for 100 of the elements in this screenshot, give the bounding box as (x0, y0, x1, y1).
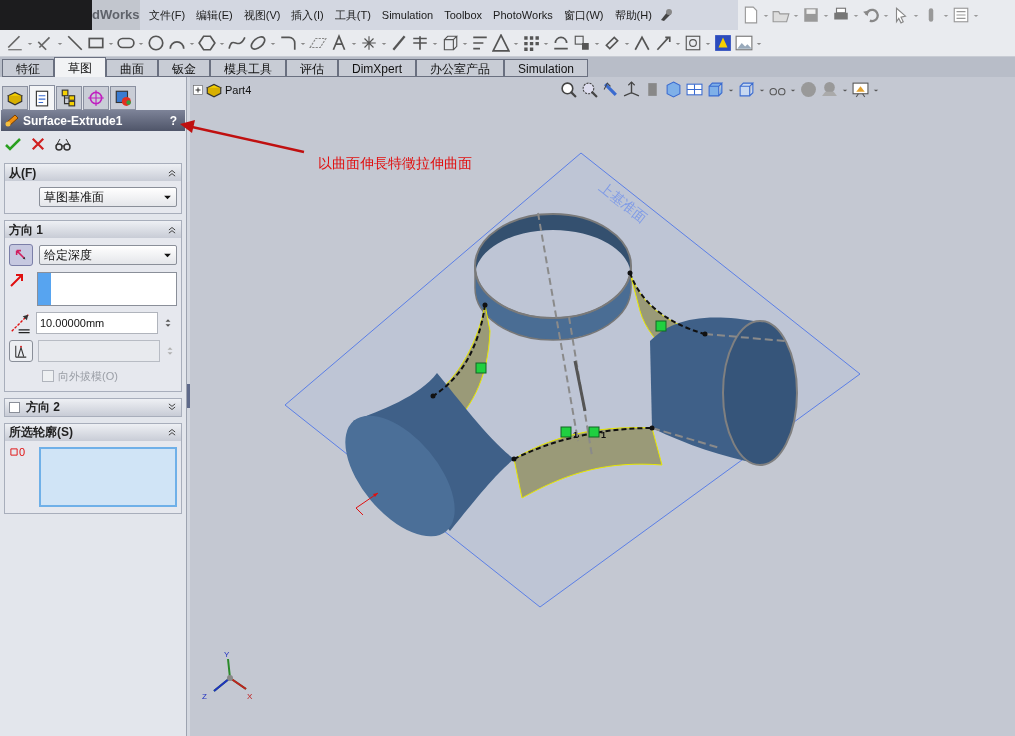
undo-icon[interactable] (862, 6, 880, 24)
circle-icon[interactable] (147, 34, 165, 52)
collapse-chevron-icon[interactable] (167, 167, 177, 178)
section-view-icon[interactable] (623, 81, 640, 98)
image-icon[interactable] (735, 34, 753, 52)
origin-icon (355, 492, 379, 516)
expand-toggle-icon[interactable] (193, 85, 203, 95)
tree-item[interactable]: Part4 (225, 81, 252, 99)
checkbox[interactable] (9, 401, 20, 413)
profile-selection-box[interactable] (39, 446, 177, 507)
polygon-icon[interactable] (198, 34, 216, 52)
tab[interactable]: Simulation (504, 59, 589, 77)
axis-label: Z (202, 692, 207, 701)
menu-item[interactable]: 编辑(E) (191, 6, 238, 24)
group-header[interactable]: 从(F) (5, 164, 181, 181)
menu-item[interactable]: 帮助(H) (609, 6, 657, 24)
options-icon[interactable] (952, 6, 970, 24)
warning-icon[interactable] (492, 34, 510, 52)
splitter-handle[interactable] (187, 384, 190, 408)
feature-title: Surface-Extrude1 (23, 112, 124, 130)
tab[interactable]: 钣金 (158, 59, 210, 77)
point-icon[interactable] (360, 34, 378, 52)
tab[interactable]: 办公室产品 (416, 59, 504, 77)
menu-item[interactable]: 文件(F) (144, 6, 191, 24)
diagonal-arrow-icon (14, 248, 28, 262)
collapse-chevron-icon[interactable] (167, 224, 177, 235)
panel-tab[interactable] (2, 86, 28, 110)
menu-item[interactable]: 窗口(W) (558, 6, 609, 24)
feature-tree-icon (6, 89, 24, 107)
collapse-chevron-icon[interactable] (167, 427, 177, 437)
panel-tab[interactable] (110, 86, 136, 110)
group-header[interactable]: 方向 1 (5, 221, 181, 238)
profile-count: 0 (19, 446, 26, 457)
text-icon[interactable] (330, 34, 348, 52)
group-header[interactable]: 方向 2 (5, 398, 181, 416)
menu-item[interactable]: Toolbox (439, 6, 488, 24)
group-title: 所选轮廓(S) (9, 424, 74, 441)
face-tag-label: 1 (601, 430, 606, 440)
tab[interactable]: 草图 (54, 57, 106, 77)
draft-angle-field[interactable] (38, 340, 160, 362)
direction-arrow-icon (9, 272, 25, 288)
selection-color-bar (38, 273, 51, 305)
display-style-icon[interactable] (707, 81, 724, 98)
tab[interactable]: DimXpert (338, 59, 416, 77)
view-layout-icon[interactable] (686, 81, 703, 98)
preview-glasses-icon[interactable] (55, 136, 71, 152)
ellipse-icon[interactable] (249, 34, 267, 52)
dropdown[interactable]: 草图基准面 (39, 187, 177, 207)
pattern-icon[interactable] (522, 34, 540, 52)
property-sheet-icon (33, 89, 51, 107)
checkbox-label: 向外拔模(O) (58, 369, 118, 384)
menu-item[interactable]: 工具(T) (329, 6, 376, 24)
tab[interactable]: 模具工具 (210, 59, 286, 77)
zoom-fit-icon[interactable] (560, 81, 577, 98)
expand-chevron-icon[interactable] (167, 402, 177, 412)
view-settings-icon[interactable] (852, 81, 869, 98)
annotation-text: 以曲面伸長特徵拉伸曲面 (318, 154, 472, 173)
tab[interactable]: 特征 (2, 59, 54, 77)
group-title: 方向 2 (26, 399, 61, 416)
group-title: 从(F) (9, 164, 38, 182)
save-icon[interactable] (802, 6, 820, 24)
axis-label: X (247, 692, 253, 701)
cube-icon[interactable] (441, 34, 459, 52)
draft-angle-icon (14, 344, 28, 358)
dropdown[interactable]: 给定深度 (39, 245, 177, 265)
draft-button[interactable] (9, 340, 33, 362)
menu-item[interactable]: PhotoWorks (488, 6, 558, 24)
new-document-icon[interactable] (742, 6, 760, 24)
app-title: dWorks (92, 6, 140, 25)
panel-tab[interactable] (56, 86, 82, 110)
tab[interactable]: 评估 (286, 59, 338, 77)
tab[interactable]: 曲面 (106, 59, 158, 77)
axis-label: Y (224, 650, 230, 659)
line-icon[interactable] (66, 34, 84, 52)
panel-tab[interactable] (29, 85, 55, 110)
fillet-icon[interactable] (279, 34, 297, 52)
menu-item[interactable]: Simulation (376, 6, 439, 24)
display-manager-icon (114, 89, 132, 107)
zoom-area-icon[interactable] (581, 81, 598, 98)
part-icon (205, 81, 223, 99)
menu-item[interactable]: 插入(I) (286, 6, 329, 24)
crosshair-icon (87, 89, 105, 107)
reverse-direction-button[interactable] (9, 244, 33, 266)
depth-dimension-icon (9, 312, 31, 334)
view-orientation-icon[interactable] (665, 81, 682, 98)
ok-check-icon[interactable] (5, 136, 21, 152)
help-button[interactable]: ? (169, 111, 182, 130)
configuration-icon (60, 89, 78, 107)
plane-label: 上基准面 (596, 178, 651, 226)
profile-icon (9, 446, 19, 457)
close-icon[interactable] (31, 137, 45, 151)
spline-icon[interactable] (228, 34, 246, 52)
appearance-sphere-icon[interactable] (800, 81, 817, 98)
menu-item[interactable]: 视图(V) (238, 6, 286, 24)
selection-box[interactable] (37, 272, 177, 306)
surface-extrude-icon (4, 112, 20, 129)
depth-field[interactable]: 10.00000mm (36, 312, 158, 334)
group-title: 方向 1 (9, 221, 44, 239)
group-header[interactable]: 所选轮廓(S) (5, 423, 181, 441)
axis-triad-icon (213, 658, 247, 692)
